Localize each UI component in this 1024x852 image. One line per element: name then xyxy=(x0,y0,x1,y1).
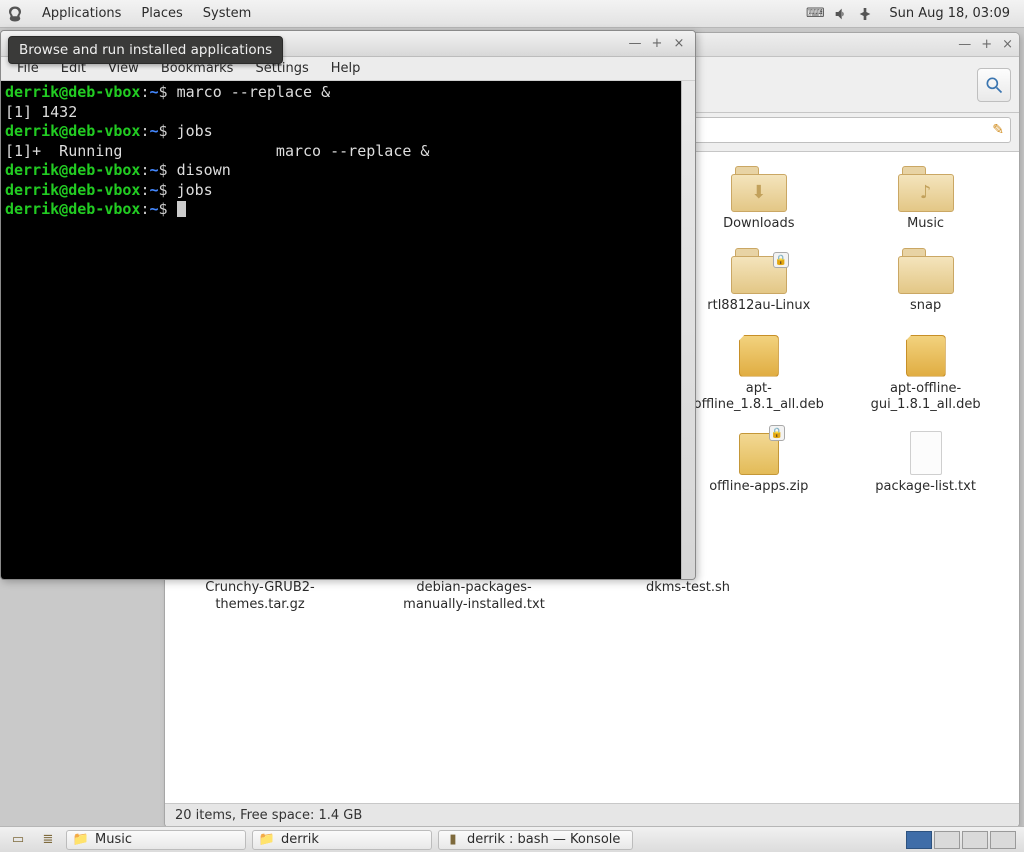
file-offline-apps-zip[interactable]: 🔒 offline-apps.zip xyxy=(677,429,840,495)
label-package-list: package-list.txt xyxy=(875,479,976,495)
file-apt-offline-gui-deb[interactable]: apt-offline-gui_1.8.1_all.deb xyxy=(844,331,1007,414)
system-tray: ⌨ Sun Aug 18, 03:09 xyxy=(807,6,1018,22)
panel-places[interactable]: Places xyxy=(131,6,192,21)
keyboard-icon[interactable]: ⌨ xyxy=(807,6,823,22)
label-dkms-test[interactable]: dkms-test.sh xyxy=(608,580,768,614)
clear-path-icon[interactable]: ✎ xyxy=(992,122,1004,138)
maximize-icon[interactable]: + xyxy=(981,37,992,52)
top-panel: Applications Places System ⌨ Sun Aug 18,… xyxy=(0,0,1024,28)
file-package-list-txt[interactable]: package-list.txt xyxy=(844,429,1007,495)
lock-icon: 🔒 xyxy=(773,252,789,268)
distro-logo-icon[interactable] xyxy=(6,5,24,23)
task-konsole-label: derrik : bash — Konsole xyxy=(467,832,620,847)
label-apt-offline-gui: apt-offline-gui_1.8.1_all.deb xyxy=(856,381,996,414)
workspace-pager[interactable] xyxy=(904,829,1018,851)
label-music: Music xyxy=(907,216,944,232)
file-apt-offline-deb[interactable]: apt-offline_1.8.1_all.deb xyxy=(677,331,840,414)
minimize-icon[interactable]: — xyxy=(627,36,643,51)
label-rtl: rtl8812au-Linux xyxy=(707,298,810,314)
label-downloads: Downloads xyxy=(723,216,794,232)
task-derrik[interactable]: 📁 derrik xyxy=(252,830,432,850)
folder-icon: 📁 xyxy=(259,832,275,848)
bottom-taskbar: ▭ ≣ 📁 Music 📁 derrik ▮ derrik : bash — K… xyxy=(0,826,1024,852)
panel-applications[interactable]: Applications xyxy=(32,6,131,21)
task-derrik-label: derrik xyxy=(281,832,319,847)
windows-icon: ≣ xyxy=(40,832,56,848)
minimize-icon[interactable]: — xyxy=(958,37,971,52)
obscured-file-labels: Crunchy-GRUB2-themes.tar.gz debian-packa… xyxy=(180,580,768,614)
workspace-3[interactable] xyxy=(962,831,988,849)
panel-clock[interactable]: Sun Aug 18, 03:09 xyxy=(885,6,1014,21)
task-konsole[interactable]: ▮ derrik : bash — Konsole xyxy=(438,830,633,850)
label-offline-apps: offline-apps.zip xyxy=(709,479,808,495)
label-apt-offline: apt-offline_1.8.1_all.deb xyxy=(689,381,829,414)
terminal-cursor xyxy=(177,201,186,217)
close-icon[interactable]: × xyxy=(671,36,687,51)
lock-icon: 🔒 xyxy=(769,425,785,441)
network-icon[interactable] xyxy=(859,6,875,22)
workspace-1[interactable] xyxy=(906,831,932,849)
terminal-icon: ▮ xyxy=(445,832,461,848)
folder-snap[interactable]: snap xyxy=(844,248,1007,314)
folder-icon: 📁 xyxy=(73,832,89,848)
label-crunchy-grub[interactable]: Crunchy-GRUB2-themes.tar.gz xyxy=(180,580,340,614)
file-manager-statusbar: 20 items, Free space: 1.4 GB xyxy=(165,803,1019,827)
status-text: 20 items, Free space: 1.4 GB xyxy=(175,808,362,823)
workspace-2[interactable] xyxy=(934,831,960,849)
task-music[interactable]: 📁 Music xyxy=(66,830,246,850)
applications-tooltip: Browse and run installed applications xyxy=(8,36,283,64)
maximize-icon[interactable]: + xyxy=(649,36,665,51)
task-music-label: Music xyxy=(95,832,132,847)
window-list-button[interactable]: ≣ xyxy=(36,830,60,850)
terminal-window: xxxxxxxxxxxxxxxxxxxx: bash — Konsole — +… xyxy=(0,30,696,580)
search-button[interactable] xyxy=(977,68,1011,102)
folder-downloads[interactable]: ⬇ Downloads xyxy=(677,166,840,232)
folder-music[interactable]: ♪ Music xyxy=(844,166,1007,232)
menu-help[interactable]: Help xyxy=(321,59,371,78)
panel-system[interactable]: System xyxy=(193,6,261,21)
close-icon[interactable]: × xyxy=(1002,37,1013,52)
label-debian-packages[interactable]: debian-packages-manually-installed.txt xyxy=(394,580,554,614)
workspace-4[interactable] xyxy=(990,831,1016,849)
desktop-icon: ▭ xyxy=(10,832,26,848)
terminal-scrollbar[interactable] xyxy=(681,81,695,579)
show-desktop-button[interactable]: ▭ xyxy=(6,830,30,850)
volume-icon[interactable] xyxy=(833,6,849,22)
folder-rtl8812au[interactable]: 🔒 rtl8812au-Linux xyxy=(677,248,840,314)
terminal-body[interactable]: derrik@deb-vbox:~$ marco --replace & [1]… xyxy=(1,81,695,579)
label-snap: snap xyxy=(910,298,941,314)
